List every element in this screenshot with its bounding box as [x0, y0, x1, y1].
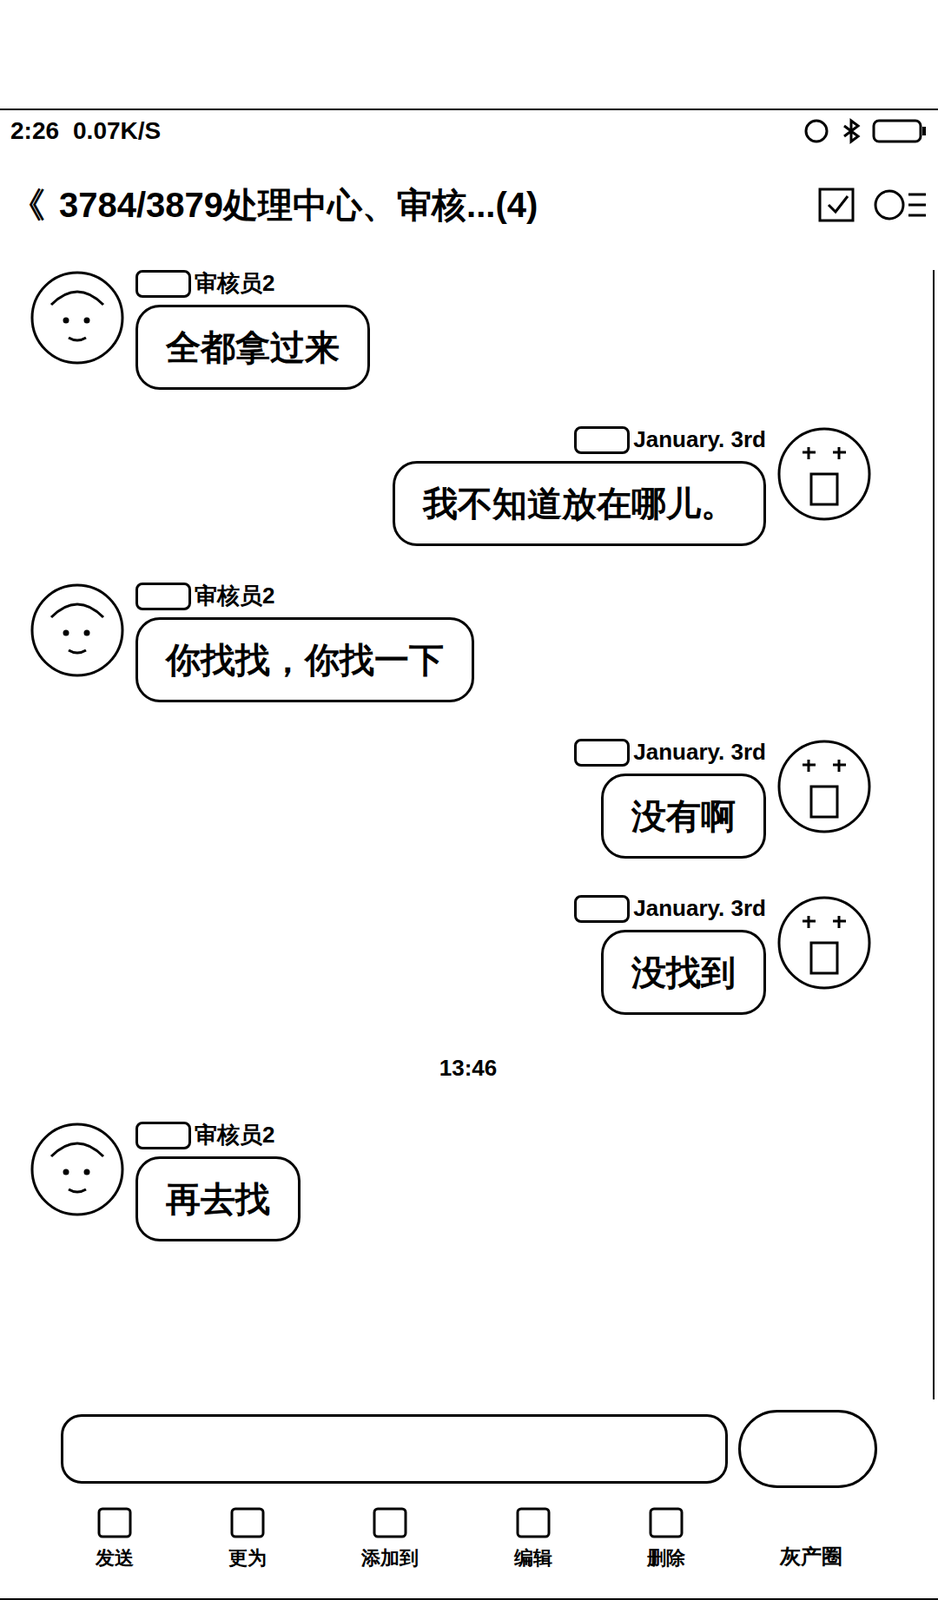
message-bubble[interactable]: 再去找	[135, 1156, 301, 1242]
edit-icon[interactable]	[816, 184, 859, 226]
message-row: January. 3rd 我不知道放在哪儿。	[3, 426, 933, 547]
message-bubble[interactable]: 我不知道放在哪儿。	[392, 461, 767, 547]
watermark: 灰产圈	[779, 1541, 843, 1573]
message-row: January. 3rd 没有啊	[3, 739, 933, 859]
message-row: 审核员2 再去找	[3, 1122, 933, 1242]
tool-icon	[370, 1506, 410, 1541]
toolbar-item[interactable]: 编辑	[514, 1506, 553, 1573]
avatar-icon[interactable]	[776, 426, 872, 522]
message-bubble[interactable]: 没有啊	[601, 773, 767, 859]
message-row: January. 3rd 没找到	[3, 895, 933, 1016]
battery-icon	[871, 117, 928, 146]
avatar-icon[interactable]	[29, 582, 126, 679]
toolbar-item[interactable]: 发送	[95, 1506, 134, 1573]
tool-icon	[95, 1506, 134, 1541]
avatar-icon[interactable]	[776, 895, 872, 991]
sender-name: January. 3rd	[574, 739, 767, 767]
toolbar-item[interactable]: 删除	[647, 1506, 686, 1573]
message-bubble[interactable]: 你找找，你找一下	[135, 617, 475, 703]
avatar-icon[interactable]	[29, 1122, 126, 1218]
status-bar: 2:260.07K/S	[0, 108, 938, 152]
header: 《3784/3879处理中心、审核...(4)	[0, 165, 938, 245]
tool-icon	[228, 1506, 267, 1541]
message-bubble[interactable]: 没找到	[601, 930, 767, 1016]
chat-screen: 2:260.07K/S 《3784/3879处理中心、审核...(4) 审核员2 全都…	[0, 0, 938, 1600]
message-row: 审核员2 全都拿过来	[3, 270, 933, 390]
sender-name: 审核员2	[135, 1122, 275, 1150]
sender-name: 审核员2	[135, 270, 275, 298]
toolbar-item[interactable]: 添加到	[361, 1506, 419, 1573]
sender-name: 审核员2	[135, 582, 275, 611]
tool-icon	[514, 1506, 553, 1541]
send-button[interactable]	[738, 1410, 878, 1489]
tool-icon	[647, 1506, 686, 1541]
message-row: 审核员2 你找找，你找一下	[3, 582, 933, 703]
message-input[interactable]	[60, 1414, 728, 1485]
sender-name: January. 3rd	[574, 895, 767, 924]
alarm-icon	[802, 117, 831, 146]
toolbar: 发送 更为 添加到 编辑 删除灰产圈	[0, 1499, 938, 1600]
sender-name: January. 3rd	[574, 426, 767, 455]
menu-icon[interactable]	[871, 184, 928, 226]
avatar-icon[interactable]	[776, 739, 872, 835]
input-bar	[0, 1400, 938, 1500]
avatar-icon[interactable]	[29, 270, 126, 366]
toolbar-item[interactable]: 更为	[228, 1506, 267, 1573]
message-list: 审核员2全都拿过来January. 3rd我不知道放在哪儿。审核员2你找找，你找…	[3, 270, 935, 1401]
back-button[interactable]: 《	[10, 178, 46, 232]
chat-title: 3784/3879处理中心、审核...(4)	[59, 178, 538, 232]
time-divider: 13:46	[3, 1051, 933, 1086]
bluetooth-icon	[837, 117, 866, 146]
message-bubble[interactable]: 全都拿过来	[135, 304, 370, 390]
